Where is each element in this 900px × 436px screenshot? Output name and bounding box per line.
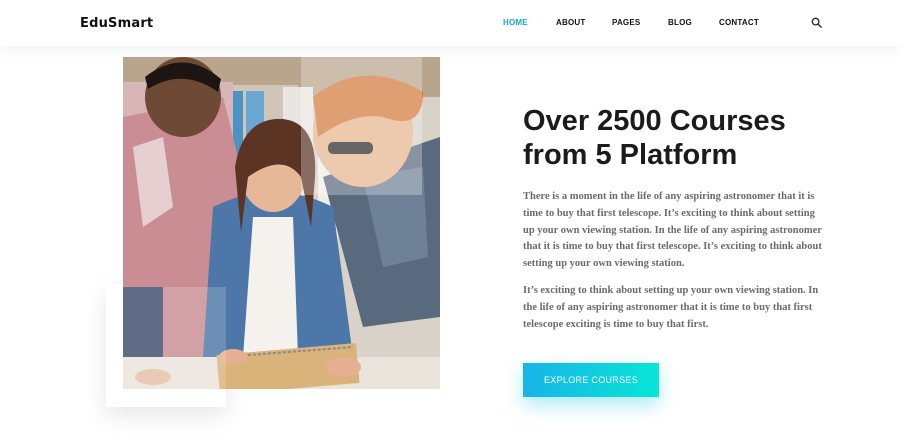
search-icon[interactable]: [811, 17, 822, 28]
logo[interactable]: EduSmart: [80, 16, 153, 31]
photo-overlay-square: [301, 57, 422, 195]
hero-paragraph-2: It’s exciting to think about setting up …: [523, 285, 819, 330]
nav-item-pages[interactable]: PAGES: [612, 18, 640, 27]
site-header: EduSmart HOME ABOUT PAGES BLOG CONTACT: [0, 0, 900, 46]
photo-overlay-square-bottom: [123, 287, 226, 389]
hero-headline: Over 2500 Courses from 5 Platform: [523, 105, 786, 171]
nav-item-blog[interactable]: BLOG: [668, 18, 692, 27]
explore-courses-button[interactable]: EXPLORE COURSES: [523, 363, 659, 397]
nav-item-about[interactable]: ABOUT: [556, 18, 585, 27]
nav-item-home[interactable]: HOME: [503, 18, 528, 27]
hero-paragraph-1: There is a moment in the life of any asp…: [523, 191, 822, 270]
nav-item-contact[interactable]: CONTACT: [719, 18, 759, 27]
